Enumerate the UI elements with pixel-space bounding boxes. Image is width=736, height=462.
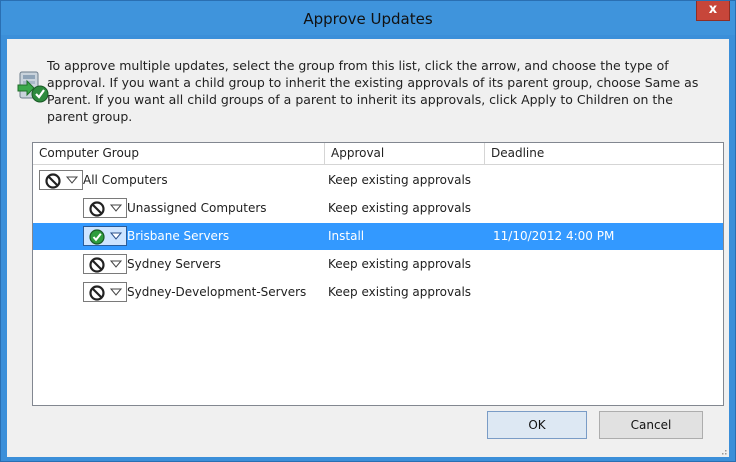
approve-updates-icon [17, 71, 49, 103]
approval-dropdown-not-approved[interactable] [83, 282, 127, 302]
group-name: Brisbane Servers [127, 229, 230, 243]
table-row[interactable]: Sydney Servers Keep existing approvals [33, 251, 723, 278]
title-bar[interactable]: Approve Updates x [1, 1, 735, 35]
approval-value: Install [328, 229, 365, 243]
no-entry-icon [45, 173, 79, 189]
table-row[interactable]: Brisbane Servers Install 11/10/2012 4:00 P… [33, 223, 723, 250]
no-entry-icon [89, 201, 123, 217]
instructions-text: To approve multiple updates, select the … [47, 58, 699, 124]
approval-value: Keep existing approvals [328, 173, 472, 187]
approval-value: Keep existing approvals [328, 285, 472, 299]
column-header-deadline[interactable]: Deadline [485, 143, 723, 164]
cancel-button[interactable]: Cancel [599, 411, 703, 439]
window-title: Approve Updates [303, 10, 433, 28]
group-name: Sydney-Development-Servers [127, 285, 307, 299]
approval-dropdown-not-approved[interactable] [39, 170, 83, 190]
no-entry-icon [89, 285, 123, 301]
table-row[interactable]: All Computers Keep existing approvals [33, 167, 723, 194]
computer-group-list[interactable]: Computer Group Approval Deadline All Com… [32, 142, 724, 406]
table-row[interactable]: Sydney-Development-Servers Keep existing … [33, 279, 723, 306]
dialog-client-area: To approve multiple updates, select the … [7, 39, 729, 457]
column-header-approval[interactable]: Approval [325, 143, 485, 164]
approval-dropdown-not-approved[interactable] [83, 254, 127, 274]
approval-dropdown-approved[interactable] [83, 226, 127, 246]
no-entry-icon [89, 257, 123, 273]
close-button[interactable]: x [696, 1, 730, 21]
group-name: Sydney Servers [127, 257, 221, 271]
approval-value: Keep existing approvals [328, 201, 472, 215]
group-name: All Computers [83, 173, 168, 187]
list-header: Computer Group Approval Deadline [33, 143, 723, 165]
group-name: Unassigned Computers [127, 201, 267, 215]
approval-value: Keep existing approvals [328, 257, 472, 271]
column-header-computer-group[interactable]: Computer Group [33, 143, 325, 164]
ok-button[interactable]: OK [487, 411, 587, 439]
check-circle-icon [89, 229, 123, 245]
table-row[interactable]: Unassigned Computers Keep existing approv… [33, 195, 723, 222]
deadline-value: 11/10/2012 4:00 PM [493, 229, 615, 243]
resize-grip-icon[interactable] [719, 447, 727, 455]
approve-updates-window: Approve Updates x To approve multiple up… [0, 0, 736, 462]
approval-dropdown-not-approved[interactable] [83, 198, 127, 218]
